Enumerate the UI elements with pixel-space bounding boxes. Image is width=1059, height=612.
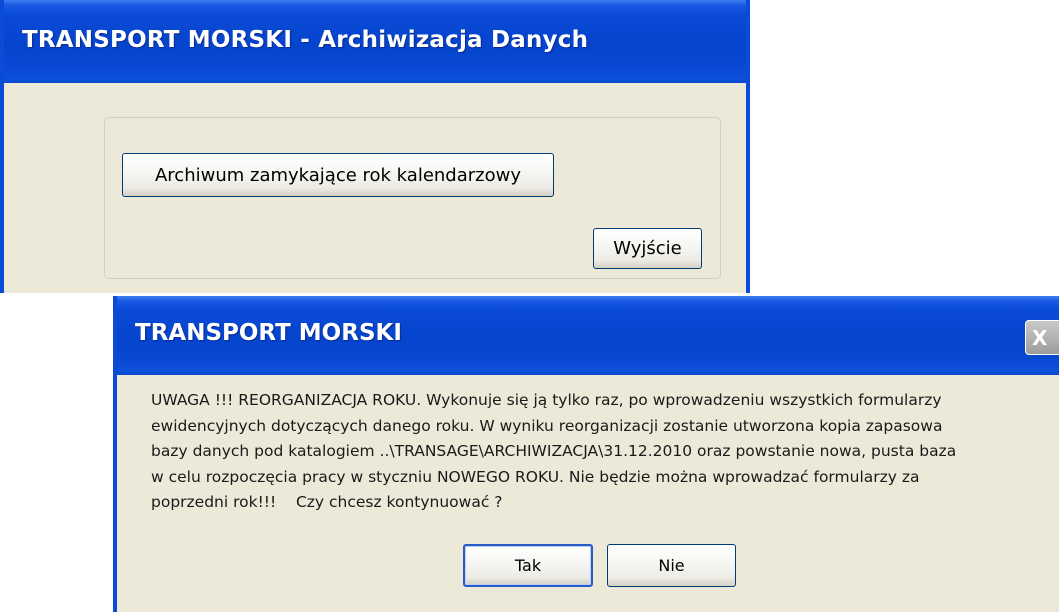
- message-line: poprzedni rok!!! Czy chcesz kontynuować …: [151, 493, 503, 511]
- message-line: w celu rozpoczęcia pracy w styczniu NOWE…: [151, 467, 920, 486]
- close-icon: X: [1032, 325, 1048, 350]
- yes-button[interactable]: Tak: [463, 544, 593, 587]
- message-line: UWAGA !!! REORGANIZACJA ROKU. Wykonuje s…: [151, 391, 942, 409]
- exit-button[interactable]: Wyjście: [593, 228, 702, 269]
- confirm-dialog-title: TRANSPORT MORSKI: [135, 320, 402, 346]
- archive-window-title: TRANSPORT MORSKI - Archiwizacja Danych: [22, 27, 589, 53]
- close-button[interactable]: X: [1025, 320, 1059, 355]
- archive-window-titlebar[interactable]: TRANSPORT MORSKI - Archiwizacja Danych: [4, 0, 746, 83]
- dialog-message: UWAGA !!! REORGANIZACJA ROKU. Wykonuje s…: [151, 388, 1031, 516]
- message-line: bazy danych pod katalogiem ..\TRANSAGE\A…: [151, 442, 957, 460]
- message-line: ewidencyjnych dotyczących danego roku. W…: [151, 416, 943, 435]
- archive-window: TRANSPORT MORSKI - Archiwizacja Danych A…: [0, 0, 750, 293]
- confirm-dialog-titlebar[interactable]: TRANSPORT MORSKI X: [117, 296, 1059, 375]
- no-button[interactable]: Nie: [607, 544, 736, 587]
- archive-year-end-button[interactable]: Archiwum zamykające rok kalendarzowy: [122, 153, 554, 197]
- confirm-dialog: TRANSPORT MORSKI X UWAGA !!! REORGANIZAC…: [113, 296, 1059, 612]
